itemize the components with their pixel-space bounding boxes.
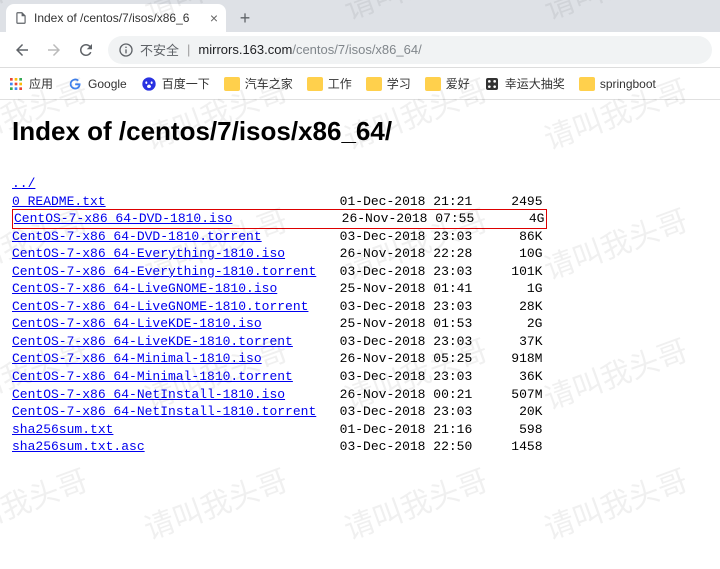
bookmark-item[interactable]: 工作 (307, 75, 352, 92)
bookmark-item[interactable]: 百度一下 (141, 75, 210, 92)
file-link[interactable]: CentOS-7-x86_64-LiveKDE-1810.torrent (12, 334, 293, 349)
dice-icon (484, 76, 500, 92)
file-link[interactable]: CentOS-7-x86_64-NetInstall-1810.iso (12, 387, 285, 402)
file-link[interactable]: 0_README.txt (12, 194, 106, 209)
reload-button[interactable] (72, 36, 100, 64)
forward-button[interactable] (40, 36, 68, 64)
page-title: Index of /centos/7/isos/x86_64/ (12, 116, 708, 147)
apps-label: 应用 (29, 75, 53, 92)
bookmark-label: 工作 (328, 75, 352, 92)
file-link[interactable]: sha256sum.txt (12, 422, 113, 437)
nav-bar: 不安全 | mirrors.163.com/centos/7/isos/x86_… (0, 32, 720, 68)
baidu-icon (141, 76, 157, 92)
new-tab-button[interactable]: + (232, 5, 258, 31)
url-path: /centos/7/isos/x86_64/ (292, 42, 421, 57)
file-link[interactable]: CentOS-7-x86_64-Everything-1810.torrent (12, 264, 316, 279)
bookmark-label: Google (88, 77, 127, 91)
folder-icon (307, 77, 323, 91)
file-link[interactable]: CentOS-7-x86_64-LiveGNOME-1810.torrent (12, 299, 308, 314)
url-text: mirrors.163.com/centos/7/isos/x86_64/ (198, 42, 421, 57)
bookmarks-bar: 应用 Google 百度一下 汽车之家 工作 学习 爱好 幸运大抽奖 springboot (0, 68, 720, 100)
page-content: Index of /centos/7/isos/x86_64/ ../ 0_REA… (0, 100, 720, 472)
file-link[interactable]: CentOS-7-x86_64-Minimal-1810.iso (12, 351, 262, 366)
browser-chrome: Index of /centos/7/isos/x86_6 × + 不安全 | … (0, 0, 720, 100)
bookmark-item[interactable]: 爱好 (425, 75, 470, 92)
bookmark-label: springboot (600, 77, 656, 91)
highlighted-row: CentOS-7-x86_64-DVD-1810.iso 26-Nov-2018… (12, 209, 547, 229)
file-link[interactable]: CentOS-7-x86_64-DVD-1810.iso (14, 211, 232, 226)
page-icon (14, 11, 28, 25)
bookmark-item[interactable]: 幸运大抽奖 (484, 75, 565, 92)
security-warning: 不安全 (140, 40, 179, 59)
bookmark-item[interactable]: Google (67, 76, 127, 92)
bookmark-item[interactable]: springboot (579, 77, 656, 91)
apps-icon (8, 76, 24, 92)
bookmark-label: 汽车之家 (245, 75, 293, 92)
google-icon (67, 76, 83, 92)
close-tab-icon[interactable]: × (210, 10, 218, 26)
bookmark-item[interactable]: 汽车之家 (224, 75, 293, 92)
bookmark-label: 学习 (387, 75, 411, 92)
directory-listing: ../0_README.txt 01-Dec-2018 21:21 2495Ce… (12, 175, 708, 456)
back-button[interactable] (8, 36, 36, 64)
file-link[interactable]: sha256sum.txt.asc (12, 439, 145, 454)
folder-icon (366, 77, 382, 91)
file-link[interactable]: CentOS-7-x86_64-NetInstall-1810.torrent (12, 404, 316, 419)
url-separator: | (187, 42, 190, 57)
tab-bar: Index of /centos/7/isos/x86_6 × + (0, 0, 720, 32)
bookmark-label: 百度一下 (162, 75, 210, 92)
bookmark-label: 幸运大抽奖 (505, 75, 565, 92)
file-link[interactable]: CentOS-7-x86_64-LiveKDE-1810.iso (12, 316, 262, 331)
file-link[interactable]: CentOS-7-x86_64-DVD-1810.torrent (12, 229, 262, 244)
file-link[interactable]: CentOS-7-x86_64-LiveGNOME-1810.iso (12, 281, 277, 296)
folder-icon (579, 77, 595, 91)
file-link[interactable]: CentOS-7-x86_64-Everything-1810.iso (12, 246, 285, 261)
bookmark-item[interactable]: 学习 (366, 75, 411, 92)
url-host: mirrors.163.com (198, 42, 292, 57)
bookmark-label: 爱好 (446, 75, 470, 92)
parent-dir-link[interactable]: ../ (12, 176, 35, 191)
file-link[interactable]: CentOS-7-x86_64-Minimal-1810.torrent (12, 369, 293, 384)
info-icon (118, 42, 134, 58)
folder-icon (224, 77, 240, 91)
apps-button[interactable]: 应用 (8, 75, 53, 92)
address-bar[interactable]: 不安全 | mirrors.163.com/centos/7/isos/x86_… (108, 36, 712, 64)
tab-title: Index of /centos/7/isos/x86_6 (34, 11, 204, 25)
folder-icon (425, 77, 441, 91)
browser-tab[interactable]: Index of /centos/7/isos/x86_6 × (6, 4, 226, 32)
